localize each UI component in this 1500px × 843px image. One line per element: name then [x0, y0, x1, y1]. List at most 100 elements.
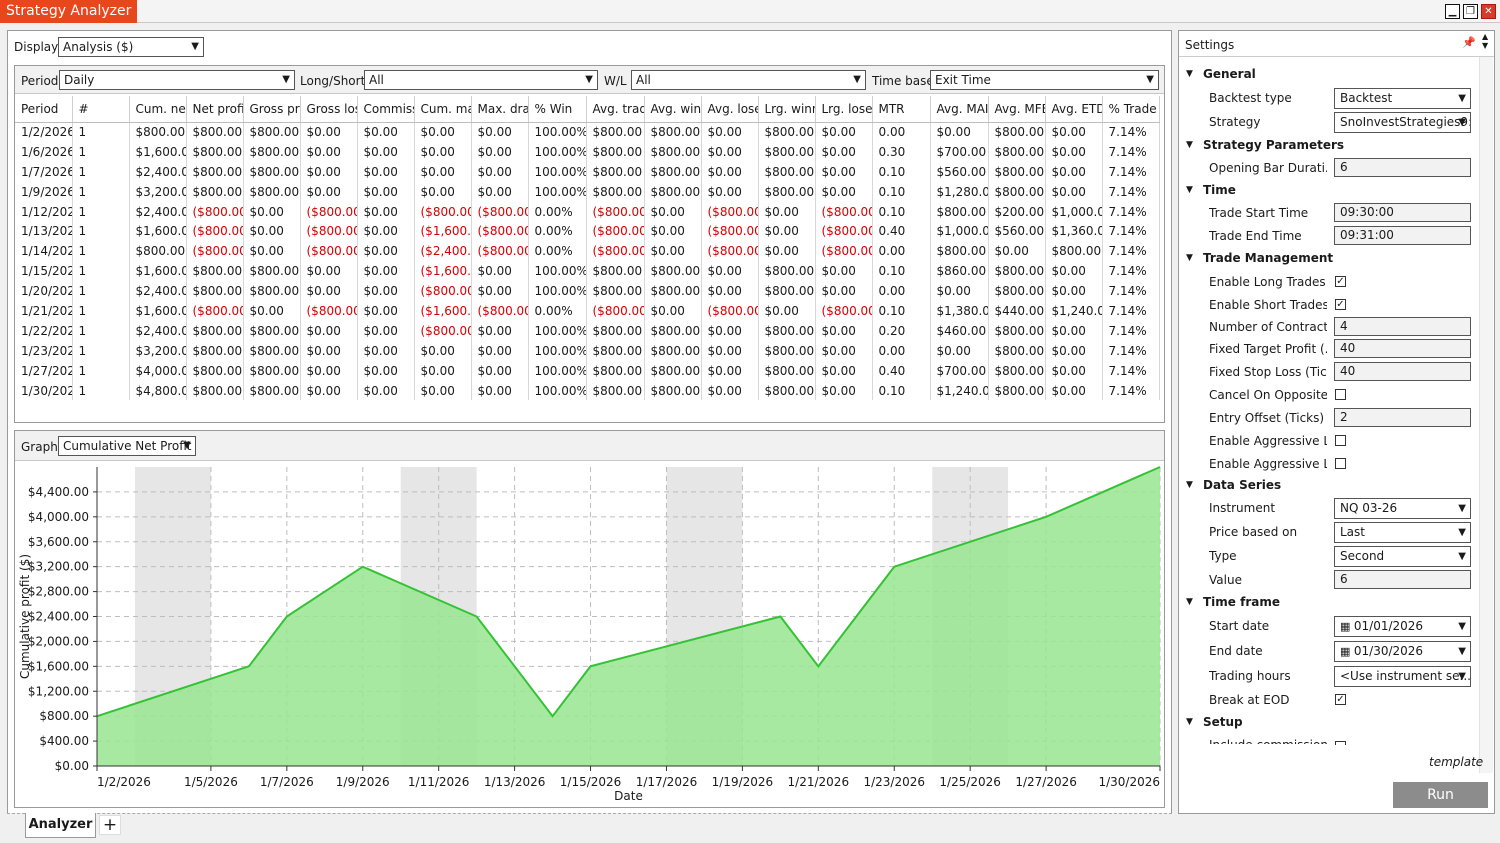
chevron-down-icon: ▼ — [853, 74, 861, 85]
column-header[interactable]: Avg. MFE — [988, 96, 1046, 123]
table-cell: ($800.00 — [586, 201, 645, 222]
table-row[interactable]: 1/2/2026 1 $800.00 $800.00 $800.00 $0.00 $0.00… — [15, 122, 1160, 142]
timebase-select[interactable]: Exit Time ▼ — [930, 70, 1159, 90]
table-cell: $560.00 — [930, 161, 989, 182]
table-cell: $800.00 — [758, 340, 816, 361]
table-row[interactable]: 1/7/20261$2,400.0($800.00$800.00$0.00$0.… — [15, 161, 1160, 182]
checkbox-aggr2[interactable] — [1335, 458, 1346, 469]
table-row[interactable]: 1/30/2021$4,800.0($800.00$800.00$0.00$0.… — [15, 380, 1160, 401]
category-trade-management[interactable]: Trade Management — [1203, 251, 1333, 265]
column-header[interactable]: Avg. trad — [586, 96, 645, 123]
collapse-triangle-icon[interactable]: ▼ — [1186, 597, 1193, 607]
category-strategy-parameters[interactable]: Strategy Parameters — [1203, 138, 1344, 152]
prop-field-instrument[interactable]: NQ 03-26 ▼ — [1334, 498, 1471, 519]
collapse-triangle-icon[interactable]: ▼ — [1186, 480, 1193, 490]
table-row[interactable]: 1/15/2021$1,600.0($800.00$800.00$0.00$0.… — [15, 261, 1160, 282]
prop-field-entry-offset[interactable]: 2 — [1334, 408, 1471, 427]
table-cell: $800.00 — [758, 360, 816, 381]
table-row[interactable]: 1/9/20261$3,200.0($800.00$800.00$0.00$0.… — [15, 181, 1160, 202]
tab-analyzer[interactable]: Analyzer — [25, 813, 96, 838]
collapse-triangle-icon[interactable]: ▼ — [1186, 140, 1193, 150]
prop-field-type[interactable]: Second ▼ — [1334, 546, 1471, 567]
graph-select[interactable]: Cumulative Net Profit ▼ — [58, 436, 196, 456]
category-setup[interactable]: Setup — [1203, 715, 1243, 729]
column-header[interactable]: Period — [15, 96, 73, 123]
collapse-triangle-icon[interactable]: ▼ — [1186, 69, 1193, 79]
prop-field-price-based[interactable]: Last ▼ — [1334, 522, 1471, 543]
table-row[interactable]: 1/21/2021$1,600.0(($800.00$0.00($800.00$… — [15, 301, 1160, 321]
column-header[interactable]: Avg. ETD — [1045, 96, 1103, 123]
table-cell: $0.00 — [988, 241, 1046, 262]
pin-icon[interactable]: 📌 — [1462, 36, 1476, 49]
category-data-series[interactable]: Data Series — [1203, 478, 1281, 492]
table-cell: 7.14% — [1102, 161, 1160, 182]
chevron-down-icon: ▼ — [191, 41, 199, 52]
table-cell: $0.00 — [1045, 181, 1103, 202]
table-row[interactable]: 1/22/2021$2,400.0($800.00$800.00$0.00$0.… — [15, 320, 1160, 341]
prop-field-backtest-type[interactable]: Backtest ▼ — [1334, 88, 1471, 109]
longshort-select[interactable]: All ▼ — [364, 70, 598, 90]
column-header[interactable]: Cum. ma — [414, 96, 472, 123]
minimize-button[interactable]: ▁ — [1445, 4, 1460, 19]
settings-scrollbar[interactable] — [1479, 57, 1493, 773]
prop-field-start-date[interactable]: ▦ 01/01/2026 ▼ — [1334, 616, 1471, 637]
display-select[interactable]: Analysis ($) ▼ — [58, 37, 204, 57]
collapse-triangle-icon[interactable]: ▼ — [1186, 253, 1193, 263]
column-header[interactable]: Max. dra — [471, 96, 529, 123]
table-cell: $0.00 — [357, 261, 415, 282]
close-button[interactable]: ✕ — [1481, 4, 1496, 19]
column-header[interactable]: % Trade — [1102, 96, 1160, 123]
prop-field-trade-end[interactable]: 09:31:00 — [1334, 226, 1471, 245]
prop-field-trade-start[interactable]: 09:30:00 — [1334, 203, 1471, 222]
collapse-triangle-icon[interactable]: ▼ — [1186, 717, 1193, 727]
checkbox-cancel-opposite[interactable] — [1335, 389, 1346, 400]
prop-field-target[interactable]: 40 — [1334, 339, 1471, 358]
prop-field-opening-bar[interactable]: 6 — [1334, 158, 1471, 177]
prop-field-contracts[interactable]: 4 — [1334, 317, 1471, 336]
table-cell: $800.00 — [988, 380, 1046, 401]
table-cell: $800.00 — [586, 380, 645, 401]
column-header[interactable]: Cum. net — [129, 96, 187, 123]
prop-field-strategy[interactable]: SnoInvestStrategies9: ▼ — [1334, 112, 1471, 133]
table-cell: $0.00 — [758, 221, 816, 242]
column-header[interactable]: % Win — [528, 96, 587, 123]
category-time[interactable]: Time — [1203, 183, 1236, 197]
prop-field-stop[interactable]: 40 — [1334, 362, 1471, 381]
add-tab-button[interactable]: + — [99, 815, 121, 835]
checkbox-enable-long[interactable]: ✓ — [1335, 276, 1346, 287]
column-header[interactable]: Avg. wini — [644, 96, 702, 123]
template-link[interactable]: template — [1429, 755, 1483, 769]
column-header[interactable]: Net profi — [186, 96, 244, 123]
table-row[interactable]: 1/27/2021$4,000.0($800.00$800.00$0.00$0.… — [15, 360, 1160, 381]
scroll-arrows-icon[interactable]: ▲ ▼ — [1482, 32, 1488, 50]
restore-button[interactable]: ❐ — [1463, 4, 1478, 19]
checkbox-aggr1[interactable] — [1335, 435, 1346, 446]
checkbox-break-eod[interactable]: ✓ — [1335, 694, 1346, 705]
column-header[interactable]: # — [72, 96, 130, 123]
column-header[interactable]: Gross pro — [243, 96, 301, 123]
checkbox-include-commission[interactable] — [1335, 741, 1346, 745]
run-button[interactable]: Run — [1393, 782, 1488, 808]
column-header[interactable]: MTR — [872, 96, 931, 123]
column-header[interactable]: Avg. MAI — [930, 96, 989, 123]
prop-field-trading-hours[interactable]: <Use instrument se... ▼ — [1334, 666, 1471, 687]
wl-select[interactable]: All ▼ — [631, 70, 866, 90]
column-header[interactable]: Commiss — [357, 96, 415, 123]
period-select[interactable]: Daily ▼ — [59, 70, 295, 90]
column-header[interactable]: Gross los — [300, 96, 358, 123]
table-row[interactable]: 1/12/2021$2,400.0(($800.00$0.00($800.00$… — [15, 201, 1160, 222]
column-header[interactable]: Lrg. loser — [815, 96, 873, 123]
prop-field-end-date[interactable]: ▦ 01/30/2026 ▼ — [1334, 641, 1471, 662]
table-row[interactable]: 1/20/2021$2,400.0($800.00$800.00$0.00$0.… — [15, 281, 1160, 302]
category-time-frame[interactable]: Time frame — [1203, 595, 1280, 609]
table-row[interactable]: 1/14/202 1 $800.00 ($800.00 $0.00 ($800.00 $0.… — [15, 241, 1160, 262]
table-row[interactable]: 1/13/2021$1,600.0(($800.00$0.00($800.00$… — [15, 221, 1160, 242]
prop-field-value[interactable]: 6 — [1334, 570, 1471, 589]
table-row[interactable]: 1/6/20261$1,600.0($800.00$800.00$0.00$0.… — [15, 141, 1160, 162]
collapse-triangle-icon[interactable]: ▼ — [1186, 185, 1193, 195]
category-general[interactable]: General — [1203, 67, 1256, 81]
column-header[interactable]: Lrg. winn — [758, 96, 816, 123]
checkbox-enable-short[interactable]: ✓ — [1335, 299, 1346, 310]
table-row[interactable]: 1/23/2021$3,200.0($800.00$800.00$0.00$0.… — [15, 340, 1160, 361]
column-header[interactable]: Avg. lose — [701, 96, 759, 123]
